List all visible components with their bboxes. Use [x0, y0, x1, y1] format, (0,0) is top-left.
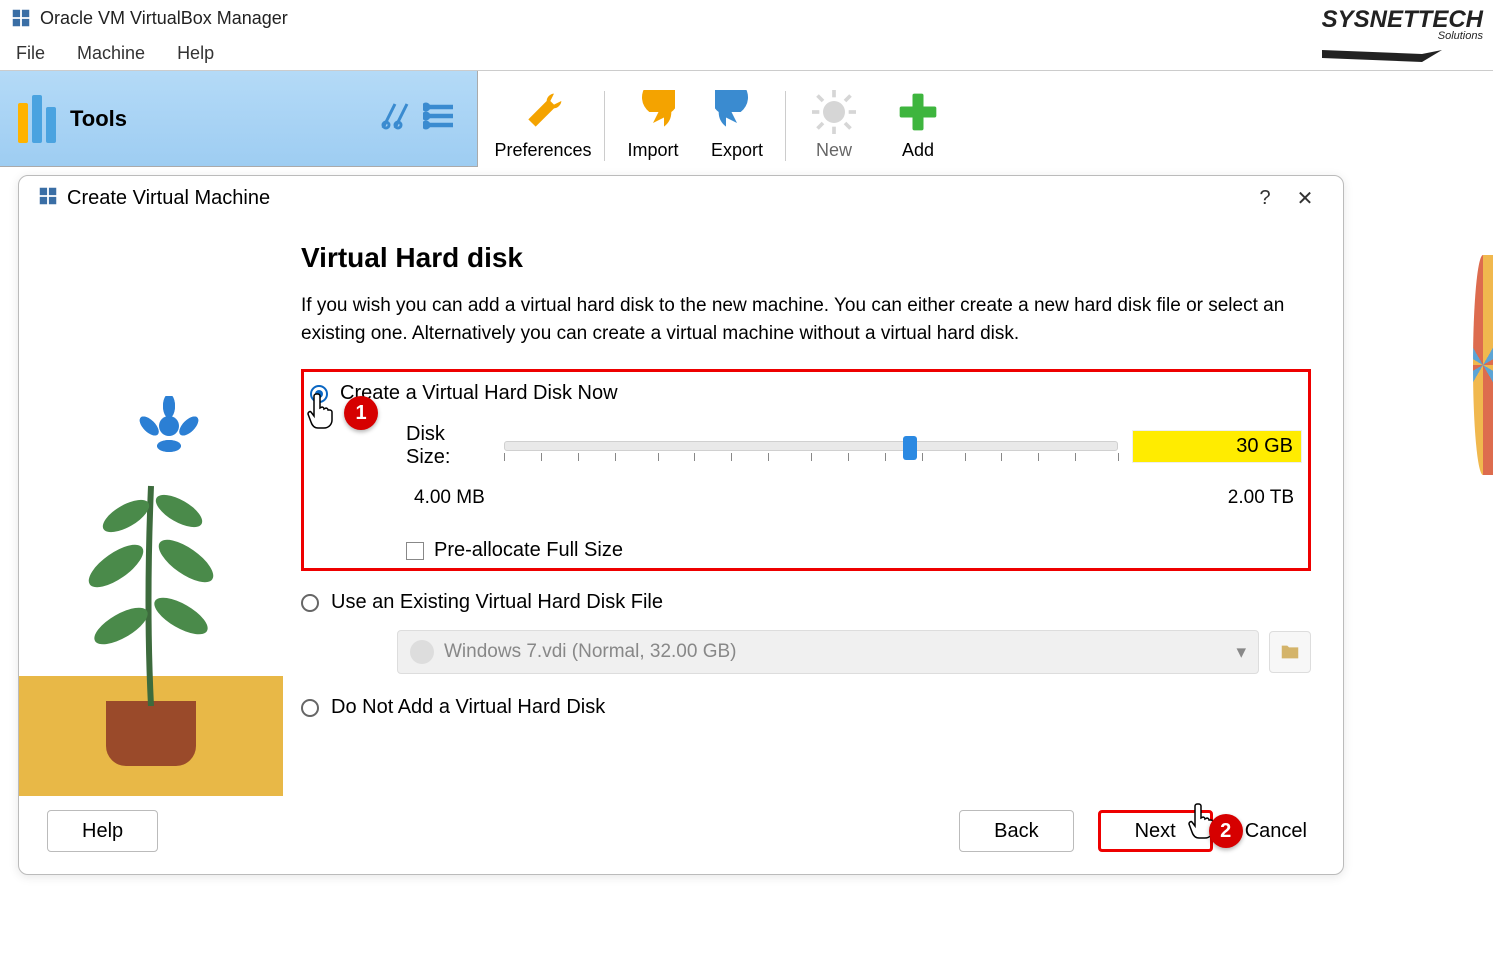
- radio-use-existing-label: Use an Existing Virtual Hard Disk File: [331, 591, 663, 614]
- wizard-content: Virtual Hard disk If you wish you can ad…: [283, 220, 1343, 796]
- dialog-title: Create Virtual Machine: [67, 187, 1245, 210]
- dialog-icon: [37, 185, 59, 212]
- preallocate-checkbox[interactable]: [406, 542, 424, 560]
- tools-label: Tools: [70, 106, 127, 132]
- radio-create-now-label: Create a Virtual Hard Disk Now: [340, 382, 618, 405]
- page-title: Virtual Hard disk: [301, 242, 1311, 274]
- pointer-hand-icon: [306, 392, 338, 430]
- back-button[interactable]: Back: [959, 810, 1073, 852]
- annotation-badge-1: 1: [344, 396, 378, 430]
- virtualbox-icon: [10, 7, 32, 29]
- tools-config-icon[interactable]: [377, 98, 413, 139]
- export-icon: [715, 90, 759, 134]
- import-icon: [631, 90, 675, 134]
- toolbar-import[interactable]: Import: [611, 75, 695, 161]
- create-vm-dialog: Create Virtual Machine ? ✕: [18, 175, 1344, 875]
- annotation-badge-2: 2: [1209, 814, 1243, 848]
- browse-disk-button[interactable]: [1269, 631, 1311, 673]
- slider-max: 2.00 TB: [1228, 487, 1294, 509]
- disk-size-label: Disk Size:: [406, 423, 490, 469]
- toolbar: Preferences Import Export New Add: [478, 71, 970, 167]
- disk-size-slider[interactable]: [504, 441, 1118, 451]
- close-button[interactable]: ✕: [1285, 186, 1325, 211]
- help-button[interactable]: ?: [1245, 187, 1285, 210]
- disk-size-value[interactable]: 30 GB: [1132, 430, 1302, 463]
- main-toolbar-row: Tools Preferences Import: [0, 70, 1493, 167]
- slider-min: 4.00 MB: [414, 487, 485, 509]
- toolbar-new: New: [792, 75, 876, 161]
- menu-machine[interactable]: Machine: [61, 37, 161, 70]
- preallocate-label: Pre-allocate Full Size: [434, 539, 623, 562]
- toolbar-add[interactable]: Add: [876, 75, 960, 161]
- page-description: If you wish you can add a virtual hard d…: [301, 292, 1311, 347]
- help-button-footer[interactable]: Help: [47, 810, 158, 852]
- app-title: Oracle VM VirtualBox Manager: [40, 8, 288, 29]
- menu-help[interactable]: Help: [161, 37, 230, 70]
- menu-file[interactable]: File: [0, 37, 61, 70]
- radio-no-disk-label: Do Not Add a Virtual Hard Disk: [331, 696, 605, 719]
- highlight-box: Create a Virtual Hard Disk Now 1 Disk Si…: [301, 369, 1311, 571]
- cancel-button[interactable]: Cancel: [1237, 810, 1315, 852]
- toolbar-export[interactable]: Export: [695, 75, 779, 161]
- tools-panel[interactable]: Tools: [0, 71, 478, 167]
- decoration-disc: [1473, 255, 1493, 475]
- toolbar-preferences[interactable]: Preferences: [488, 75, 598, 161]
- dialog-titlebar: Create Virtual Machine ? ✕: [19, 176, 1343, 220]
- app-titlebar: Oracle VM VirtualBox Manager: [0, 0, 1493, 36]
- tools-list-icon[interactable]: [423, 98, 459, 139]
- wrench-icon: [521, 90, 565, 134]
- dialog-footer: Help Back Next 2 Cancel: [19, 796, 1343, 874]
- radio-no-disk[interactable]: [301, 699, 319, 717]
- plus-icon: [896, 90, 940, 134]
- radio-use-existing[interactable]: [301, 594, 319, 612]
- wizard-illustration: [19, 220, 283, 796]
- existing-disk-select[interactable]: Windows 7.vdi (Normal, 32.00 GB) ▾: [397, 630, 1259, 674]
- sun-icon: [812, 90, 856, 134]
- existing-disk-value: Windows 7.vdi (Normal, 32.00 GB): [444, 641, 1236, 663]
- chevron-down-icon: ▾: [1236, 641, 1246, 664]
- menubar: File Machine Help: [0, 36, 1493, 70]
- disk-icon: [410, 640, 434, 664]
- watermark: SYSNETTECH Solutions: [1322, 6, 1483, 66]
- tools-icon: [18, 95, 56, 143]
